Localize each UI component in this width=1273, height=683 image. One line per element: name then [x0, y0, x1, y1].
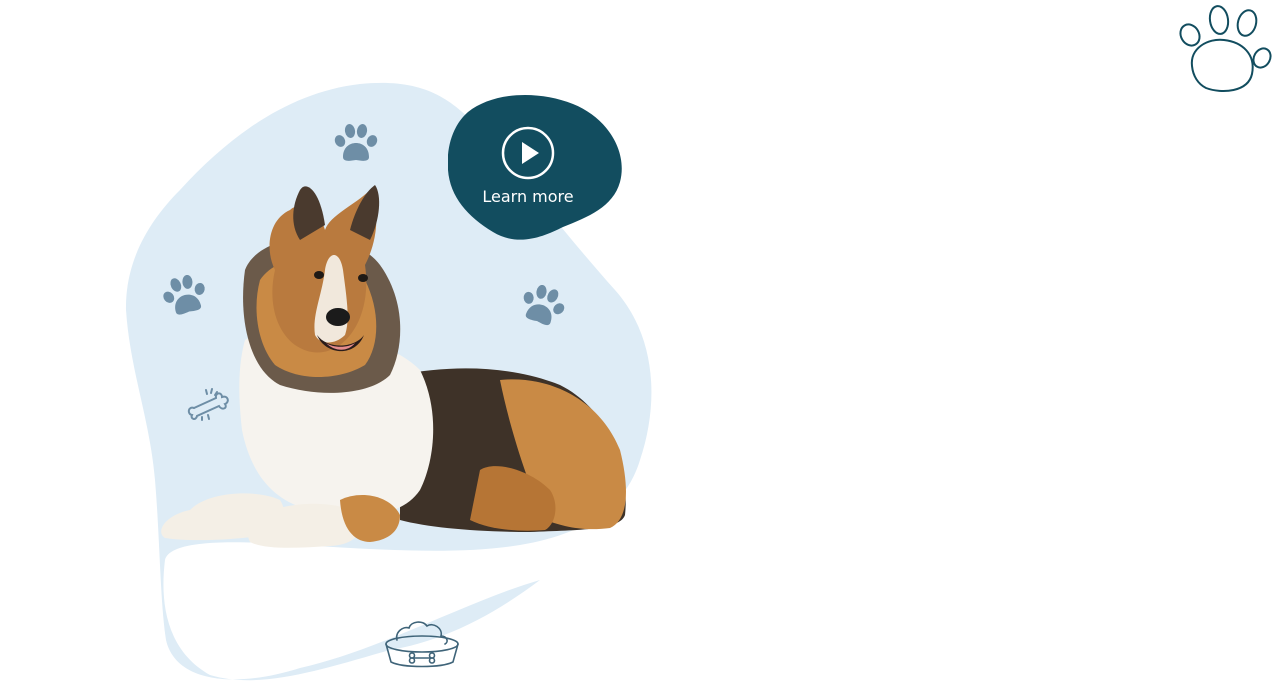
learn-more-label: Learn more: [482, 187, 574, 206]
paw-print-icon: [334, 124, 378, 161]
learn-more-button[interactable]: Learn more: [448, 92, 624, 244]
play-icon[interactable]: [500, 125, 556, 181]
paw-outline-icon: [1179, 5, 1272, 92]
food-bowl-icon: [385, 621, 459, 668]
hero-section: Learn more: [0, 0, 1273, 683]
